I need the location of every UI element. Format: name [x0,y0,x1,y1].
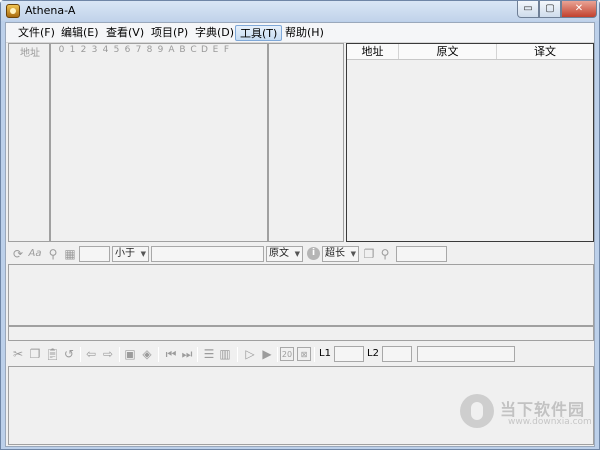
refresh-icon[interactable]: ⟳ [11,247,25,261]
hex-digit: 6 [124,45,131,55]
toolbar-separator [197,347,198,362]
zoom-fit-icon[interactable]: ⊠ [297,347,311,361]
grid-icon[interactable]: ▦ [63,247,77,261]
hex-digit: E [212,45,219,55]
string-table[interactable]: 地址 原文 译文 [346,43,594,242]
watermark-url: www.downxia.com [508,417,592,427]
cut-icon[interactable]: ✂ [11,347,25,361]
hex-address-column[interactable]: 地址 [8,43,50,242]
menu-bar: 文件(F) 编辑(E) 查看(V) 项目(P) 字典(D) 工具(T) 帮助(H… [6,23,594,43]
column-address[interactable]: 地址 [347,44,399,59]
undo-icon[interactable]: ↺ [62,347,76,361]
column-translation[interactable]: 译文 [497,44,593,59]
list-icon[interactable]: ☰ [202,347,216,361]
zoom-20-icon[interactable]: 20 [280,347,294,361]
copy-icon[interactable]: ❐ [362,247,376,261]
columns-icon[interactable]: ▥ [218,347,232,361]
hex-digit: 4 [102,45,109,55]
line-info-box[interactable] [417,346,515,362]
watermark: 当下软件园 www.downxia.com [460,394,600,434]
column-original[interactable]: 原文 [399,44,497,59]
title-bar[interactable]: Athena-A ▭ ▢ ✕ [1,1,599,21]
copy-icon[interactable]: ❐ [28,347,42,361]
menu-file[interactable]: 文件(F) [14,25,59,41]
find-icon[interactable]: ⚲ [46,247,60,261]
first-icon[interactable]: ⏮ [164,347,178,361]
l1-input[interactable] [334,346,364,362]
minimize-button[interactable]: ▭ [517,1,539,18]
hex-digit: 1 [69,45,76,55]
window-title: Athena-A [25,4,76,17]
info-icon[interactable]: i [307,247,320,260]
hex-digit: 8 [146,45,153,55]
hex-digit: 0 [58,45,65,55]
chevron-down-icon: ▼ [294,250,300,258]
hex-digit: C [190,45,197,55]
hex-data-pane[interactable]: 0123456789ABCDEF [50,43,268,242]
app-icon [6,4,20,18]
l1-label: L1 [319,348,331,359]
back-arrow-icon[interactable]: ⇦ [84,347,98,361]
forward-arrow-icon[interactable]: ⇨ [101,347,115,361]
toolbar-separator [119,347,120,362]
toolbar-separator [80,347,81,362]
hex-text-pane[interactable] [268,43,344,242]
l2-input[interactable] [382,346,412,362]
string-table-header: 地址 原文 译文 [347,44,593,60]
last-icon[interactable]: ⏭ [180,347,194,361]
search-toolbar: ⟳ Aa ⚲ ▦ 小于 ▼ 原文 ▼ i 超长 ▼ ❐ ⚲ [6,245,594,265]
main-window: Athena-A ▭ ▢ ✕ 文件(F) 编辑(E) 查看(V) 项目(P) 字… [0,0,600,450]
hex-digit: D [201,45,208,55]
field-select-value: 原文 [269,248,289,259]
menu-help[interactable]: 帮助(H) [281,25,328,41]
play-icon[interactable]: ▶ [260,347,274,361]
hex-digit-header: 0123456789ABCDEF [56,45,232,59]
toolbar-separator [314,347,315,362]
original-text-pane[interactable] [8,264,594,326]
watermark-logo-icon [460,394,494,428]
count-input[interactable] [79,246,110,262]
hex-digit: 3 [91,45,98,55]
menu-edit[interactable]: 编辑(E) [57,25,103,41]
length-select[interactable]: 超长 ▼ [322,246,359,262]
compare-select-value: 小于 [115,248,135,259]
font-icon[interactable]: Aa [28,247,42,261]
hex-digit: 2 [80,45,87,55]
close-button[interactable]: ✕ [561,1,597,18]
menu-view[interactable]: 查看(V) [102,25,148,41]
chevron-down-icon: ▼ [350,250,356,258]
edit-toolbar: ✂ ❐ 📋︎ ↺ ⇦ ⇨ ▣ ◈ ⏮ ⏭ ☰ ▥ ▷ ▶ 20 ⊠ L1 L2 [6,345,594,365]
hex-digit: B [179,45,186,55]
length-select-value: 超长 [325,248,345,259]
search-text-input[interactable] [151,246,264,262]
menu-project[interactable]: 项目(P) [147,25,192,41]
paste-icon[interactable]: 📋︎ [45,347,60,361]
search-result-box[interactable] [396,246,447,262]
status-strip [8,326,594,341]
hex-digit: 7 [135,45,142,55]
field-select[interactable]: 原文 ▼ [266,246,303,262]
hex-digit: 9 [157,45,164,55]
save-all-icon[interactable]: ◈ [140,347,154,361]
hex-digit: A [168,45,175,55]
compare-select[interactable]: 小于 ▼ [112,246,149,262]
maximize-button[interactable]: ▢ [539,1,561,18]
menu-dictionary[interactable]: 字典(D) [191,25,238,41]
chevron-down-icon: ▼ [140,250,146,258]
hex-digit: 5 [113,45,120,55]
hex-digit: F [223,45,230,55]
client-area: 文件(F) 编辑(E) 查看(V) 项目(P) 字典(D) 工具(T) 帮助(H… [5,22,595,447]
play-outline-icon[interactable]: ▷ [243,347,257,361]
toolbar-separator [158,347,159,362]
hex-address-header: 地址 [20,48,40,59]
menu-tools[interactable]: 工具(T) [235,25,283,41]
save-icon[interactable]: ▣ [123,347,137,361]
search-icon[interactable]: ⚲ [378,247,392,261]
toolbar-separator [277,347,278,362]
l2-label: L2 [367,348,379,359]
toolbar-separator [237,347,238,362]
